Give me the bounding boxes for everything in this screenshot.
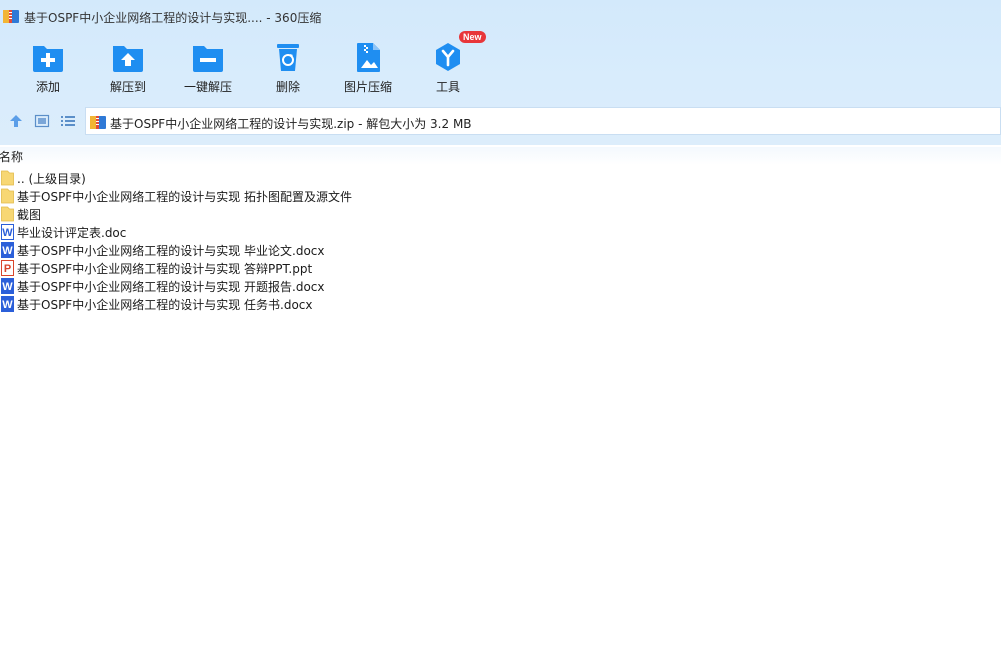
one-click-extract-label: 一键解压 [183,80,232,94]
delete-label: 删除 [275,80,300,94]
add-folder-icon [33,46,63,72]
file-name: 截图 [17,208,42,222]
add-button[interactable]: 添加 [8,36,88,98]
svg-text:W: W [2,245,13,257]
svg-text:P: P [4,263,11,275]
word-document-icon: W [1,242,14,258]
tools-label: 工具 [435,80,460,94]
list-item-parent-directory[interactable]: .. (上级目录) [0,169,1001,187]
image-compress-label: 图片压缩 [343,80,392,94]
word-document-icon: W [1,224,14,240]
folder-icon [1,170,14,186]
tools-button[interactable]: New 工具 [408,31,488,98]
list-item-folder[interactable]: 截图 [0,205,1001,223]
up-arrow-icon[interactable] [8,113,24,129]
file-name: 基于OSPF中小企业网络工程的设计与实现 开题报告.docx [17,280,325,294]
address-row: 基于OSPF中小企业网络工程的设计与实现.zip - 解包大小为 3.2 MB [0,106,1001,136]
file-name: 毕业设计评定表.doc [17,226,127,240]
file-name: 基于OSPF中小企业网络工程的设计与实现 拓扑图配置及源文件 [17,190,353,204]
svg-text:W: W [2,227,13,239]
list-view-icon[interactable] [60,113,76,129]
window-title: 基于OSPF中小企业网络工程的设计与实现.... - 360压缩 [24,11,322,25]
list-item-folder[interactable]: 基于OSPF中小企业网络工程的设计与实现 拓扑图配置及源文件 [0,187,1001,205]
delete-button[interactable]: 删除 [248,36,328,98]
folder-icon [1,188,14,204]
tools-icon [436,43,460,71]
svg-text:W: W [2,281,13,293]
extract-to-label: 解压到 [109,80,146,94]
extract-to-icon [113,46,143,72]
file-name: 基于OSPF中小企业网络工程的设计与实现 毕业论文.docx [17,244,325,258]
image-compress-button[interactable]: 图片压缩 [328,36,408,98]
title-bar: 基于OSPF中小企业网络工程的设计与实现.... - 360压缩 [0,0,1001,32]
toolbar: 添加 解压到 一键解压 删除 图片压缩 New 工具 [0,31,1001,98]
word-document-icon: W [1,296,14,312]
add-label: 添加 [35,80,60,94]
list-item-file[interactable]: W 基于OSPF中小企业网络工程的设计与实现 毕业论文.docx [0,241,1001,259]
svg-text:W: W [2,299,13,311]
file-name: .. (上级目录) [17,172,86,186]
file-list: .. (上级目录) 基于OSPF中小企业网络工程的设计与实现 拓扑图配置及源文件… [0,169,1001,313]
list-item-file[interactable]: P 基于OSPF中小企业网络工程的设计与实现 答辩PPT.ppt [0,259,1001,277]
one-click-extract-icon [193,46,223,72]
powerpoint-document-icon: P [1,260,14,276]
extract-to-button[interactable]: 解压到 [88,36,168,98]
image-compress-icon [357,43,380,72]
list-item-file[interactable]: W 基于OSPF中小企业网络工程的设计与实现 开题报告.docx [0,277,1001,295]
new-badge: New [459,31,486,43]
address-text: 基于OSPF中小企业网络工程的设计与实现.zip - 解包大小为 3.2 MB [110,117,472,131]
name-column-header[interactable]: 名称 [0,148,23,165]
file-name: 基于OSPF中小企业网络工程的设计与实现 任务书.docx [17,298,313,312]
archive-app-icon [3,10,19,23]
file-name: 基于OSPF中小企业网络工程的设计与实现 答辩PPT.ppt [17,262,313,276]
thumbnail-view-icon[interactable] [34,113,50,129]
column-header: 名称 [0,147,1001,165]
word-document-icon: W [1,278,14,294]
folder-icon [1,206,14,222]
top-area: 基于OSPF中小企业网络工程的设计与实现.... - 360压缩 添加 解压到 … [0,0,1001,145]
list-item-file[interactable]: W 毕业设计评定表.doc [0,223,1001,241]
list-item-file[interactable]: W 基于OSPF中小企业网络工程的设计与实现 任务书.docx [0,295,1001,313]
zip-file-icon [90,116,106,129]
one-click-extract-button[interactable]: 一键解压 [168,36,248,98]
recycle-bin-icon [277,44,299,71]
address-bar[interactable]: 基于OSPF中小企业网络工程的设计与实现.zip - 解包大小为 3.2 MB [85,107,1001,135]
